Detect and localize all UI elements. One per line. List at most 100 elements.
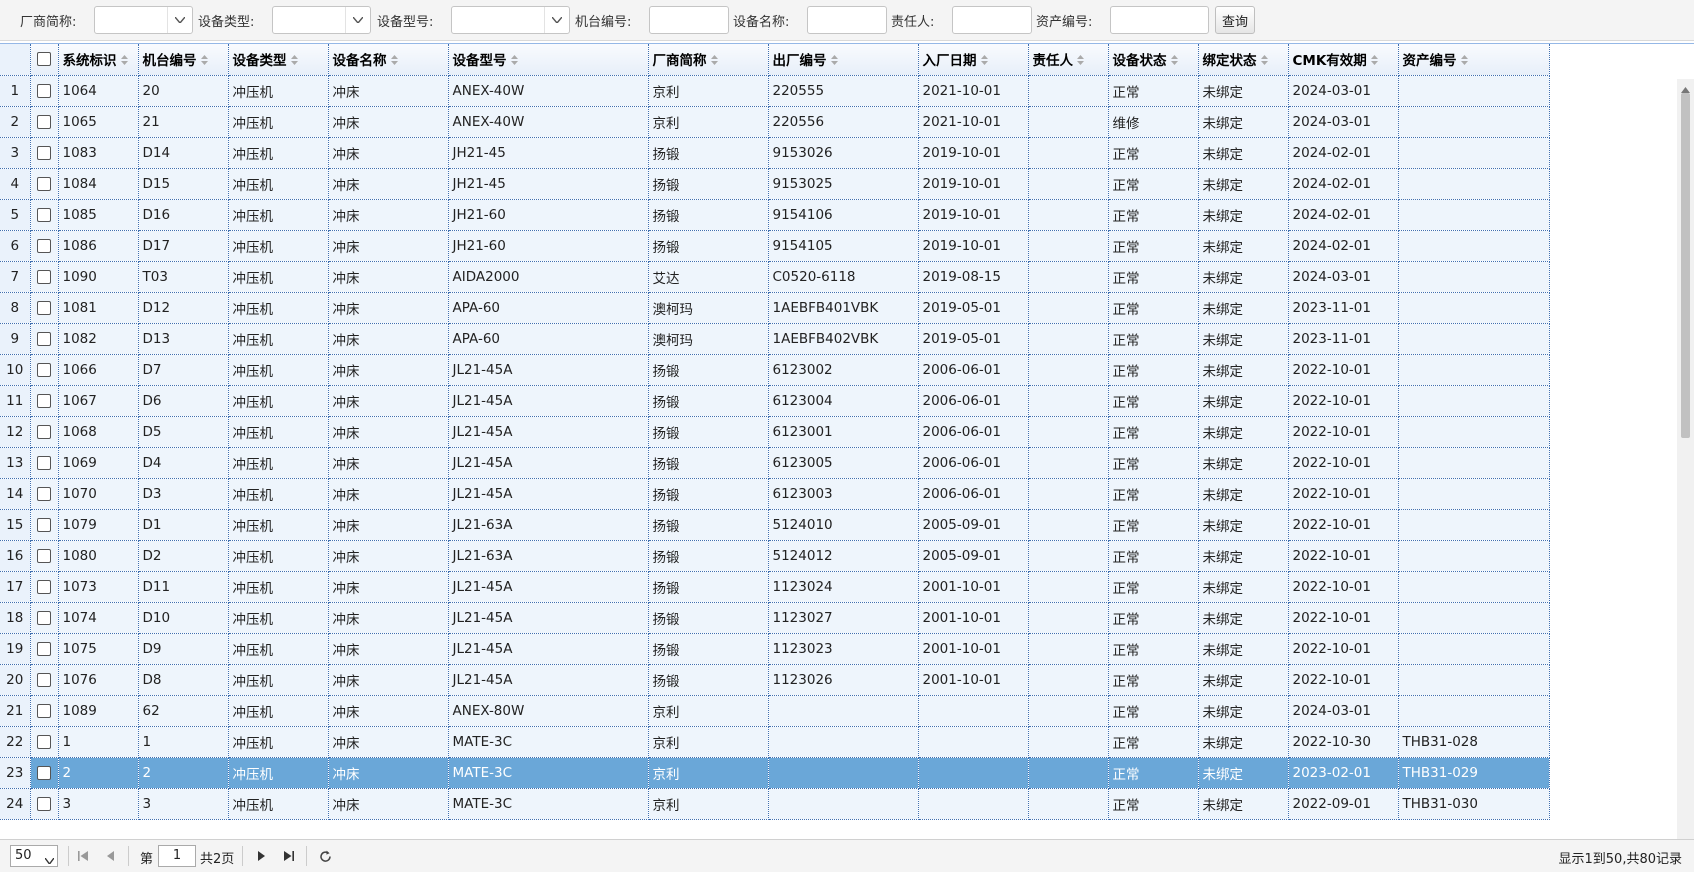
- table-row[interactable]: 9 1082 D13 冲压机 冲床 APA-60 澳柯玛 1AEBFB402VBK 2019-0…: [0, 323, 1550, 355]
- model-select[interactable]: [451, 6, 570, 34]
- table-cell: 正常: [1108, 447, 1199, 479]
- table-row[interactable]: 19 1075 D9 冲压机 冲床 JL21-45A 扬锻 1123023 2001-10-01…: [0, 633, 1550, 665]
- table-row[interactable]: 23 2 2 冲压机 冲床 MATE-3C 京利 正常 未绑定 2023-02-01 THB31-0…: [0, 757, 1550, 789]
- type-select[interactable]: [272, 6, 371, 34]
- row-checkbox[interactable]: [37, 610, 51, 625]
- row-checkbox[interactable]: [37, 176, 51, 191]
- row-checkbox[interactable]: [37, 145, 51, 160]
- table-row[interactable]: 12 1068 D5 冲压机 冲床 JL21-45A 扬锻 6123001 2006-06-01…: [0, 416, 1550, 448]
- column-header[interactable]: 责任人: [1028, 44, 1109, 76]
- row-checkbox[interactable]: [37, 114, 51, 129]
- row-checkbox[interactable]: [37, 734, 51, 749]
- table-row[interactable]: 14 1070 D3 冲压机 冲床 JL21-45A 扬锻 6123003 2006-06-01…: [0, 478, 1550, 510]
- column-header[interactable]: 设备状态: [1108, 44, 1199, 76]
- table-row[interactable]: 6 1086 D17 冲压机 冲床 JH21-60 扬锻 9154105 2019-10-01 正…: [0, 230, 1550, 262]
- table-row[interactable]: 13 1069 D4 冲压机 冲床 JL21-45A 扬锻 6123005 2006-06-01…: [0, 447, 1550, 479]
- scroll-thumb[interactable]: [1681, 93, 1690, 438]
- last-page-icon[interactable]: [282, 849, 296, 863]
- query-button[interactable]: 查询: [1215, 6, 1255, 34]
- table-cell: 未绑定: [1198, 633, 1289, 665]
- table-cell: 冲压机: [228, 416, 329, 448]
- column-header[interactable]: 设备型号: [448, 44, 649, 76]
- table-row[interactable]: 24 3 3 冲压机 冲床 MATE-3C 京利 正常 未绑定 2022-09-01 THB31-0…: [0, 788, 1550, 820]
- vertical-scrollbar[interactable]: [1677, 79, 1694, 840]
- table-row[interactable]: 2 1065 21 冲压机 冲床 ANEX-40W 京利 220556 2021-10-01 维修…: [0, 106, 1550, 138]
- row-checkbox[interactable]: [37, 207, 51, 222]
- row-checkbox[interactable]: [37, 269, 51, 284]
- select-all-checkbox[interactable]: [37, 52, 51, 67]
- row-checkbox[interactable]: [37, 486, 51, 501]
- page-number-input[interactable]: 1: [158, 845, 196, 867]
- table-row[interactable]: 4 1084 D15 冲压机 冲床 JH21-45 扬锻 9153025 2019-10-01 正…: [0, 168, 1550, 200]
- table-row[interactable]: 16 1080 D2 冲压机 冲床 JL21-63A 扬锻 5124012 2005-09-01…: [0, 540, 1550, 572]
- row-checkbox[interactable]: [37, 83, 51, 98]
- column-header[interactable]: 设备名称: [328, 44, 449, 76]
- table-row[interactable]: 11 1067 D6 冲压机 冲床 JL21-45A 扬锻 6123004 2006-06-01…: [0, 385, 1550, 417]
- separator: [128, 846, 129, 866]
- refresh-icon[interactable]: [318, 849, 332, 863]
- owner-input[interactable]: [952, 6, 1032, 34]
- name-input[interactable]: [807, 6, 887, 34]
- table-cell: APA-60: [448, 292, 649, 324]
- table-cell: 艾达: [648, 261, 769, 293]
- row-checkbox[interactable]: [37, 765, 51, 780]
- table-row[interactable]: 8 1081 D12 冲压机 冲床 APA-60 澳柯玛 1AEBFB401VBK 2019-0…: [0, 292, 1550, 324]
- table-row[interactable]: 15 1079 D1 冲压机 冲床 JL21-63A 扬锻 5124010 2005-09-01…: [0, 509, 1550, 541]
- row-checkbox[interactable]: [37, 424, 51, 439]
- asset-no-input[interactable]: [1110, 6, 1209, 34]
- column-header[interactable]: 入厂日期: [918, 44, 1029, 76]
- next-page-icon[interactable]: [254, 849, 268, 863]
- row-checkbox[interactable]: [37, 579, 51, 594]
- table-cell: 正常: [1108, 292, 1199, 324]
- vendor-select[interactable]: [94, 6, 193, 34]
- sort-icon: [830, 53, 838, 69]
- table-row[interactable]: 22 1 1 冲压机 冲床 MATE-3C 京利 正常 未绑定 2022-10-30 THB31-0…: [0, 726, 1550, 758]
- row-checkbox[interactable]: [37, 548, 51, 563]
- table-row[interactable]: 5 1085 D16 冲压机 冲床 JH21-60 扬锻 9154106 2019-10-01 正…: [0, 199, 1550, 231]
- row-checkbox[interactable]: [37, 238, 51, 253]
- table-row[interactable]: 17 1073 D11 冲压机 冲床 JL21-45A 扬锻 1123024 2001-10-0…: [0, 571, 1550, 603]
- row-checkbox[interactable]: [37, 393, 51, 408]
- column-header[interactable]: CMK有效期: [1288, 44, 1399, 76]
- first-page-icon[interactable]: [76, 849, 90, 863]
- column-header[interactable]: 系统标识: [58, 44, 139, 76]
- table-row[interactable]: 10 1066 D7 冲压机 冲床 JL21-45A 扬锻 6123002 2006-06-01…: [0, 354, 1550, 386]
- table-cell: 正常: [1108, 664, 1199, 696]
- table-cell: 1082: [58, 323, 139, 355]
- column-header[interactable]: 厂商简称: [648, 44, 769, 76]
- column-header[interactable]: 机台编号: [138, 44, 229, 76]
- column-header[interactable]: 设备类型: [228, 44, 329, 76]
- machine-no-input[interactable]: [649, 6, 729, 34]
- table-row[interactable]: 18 1074 D10 冲压机 冲床 JL21-45A 扬锻 1123027 2001-10-0…: [0, 602, 1550, 634]
- page-size-select[interactable]: 50: [10, 845, 58, 867]
- scroll-up-icon[interactable]: [1681, 81, 1690, 93]
- table-cell: 冲压机: [228, 571, 329, 603]
- table-cell: 9154106: [768, 199, 919, 231]
- table-row[interactable]: 20 1076 D8 冲压机 冲床 JL21-45A 扬锻 1123026 2001-10-01…: [0, 664, 1550, 696]
- row-checkbox[interactable]: [37, 300, 51, 315]
- select-all-header: [30, 44, 59, 76]
- sort-icon: [120, 53, 128, 69]
- row-checkbox[interactable]: [37, 703, 51, 718]
- table-row[interactable]: 21 1089 62 冲压机 冲床 ANEX-80W 京利 正常 未绑定 2024-03-01: [0, 695, 1550, 727]
- table-row[interactable]: 1 1064 20 冲压机 冲床 ANEX-40W 京利 220555 2021-10-01 正常…: [0, 75, 1550, 107]
- column-header[interactable]: 资产编号: [1398, 44, 1550, 76]
- row-checkbox[interactable]: [37, 455, 51, 470]
- prev-page-icon[interactable]: [104, 849, 118, 863]
- table-row[interactable]: 7 1090 T03 冲压机 冲床 AIDA2000 艾达 C0520-6118 2019-08…: [0, 261, 1550, 293]
- row-checkbox[interactable]: [37, 796, 51, 811]
- table-cell: 9153025: [768, 168, 919, 200]
- table-row[interactable]: 3 1083 D14 冲压机 冲床 JH21-45 扬锻 9153026 2019-10-01 正…: [0, 137, 1550, 169]
- table-cell: 2023-02-01: [1288, 757, 1399, 789]
- column-header[interactable]: 出厂编号: [768, 44, 919, 76]
- table-cell: 冲压机: [228, 168, 329, 200]
- table-cell: 2019-10-01: [918, 230, 1029, 262]
- row-checkbox[interactable]: [37, 331, 51, 346]
- column-header[interactable]: 绑定状态: [1198, 44, 1289, 76]
- row-checkbox[interactable]: [37, 362, 51, 377]
- row-checkbox[interactable]: [37, 672, 51, 687]
- table-cell: 2019-05-01: [918, 323, 1029, 355]
- row-checkbox[interactable]: [37, 641, 51, 656]
- column-header-label: 设备状态: [1112, 53, 1167, 70]
- row-checkbox[interactable]: [37, 517, 51, 532]
